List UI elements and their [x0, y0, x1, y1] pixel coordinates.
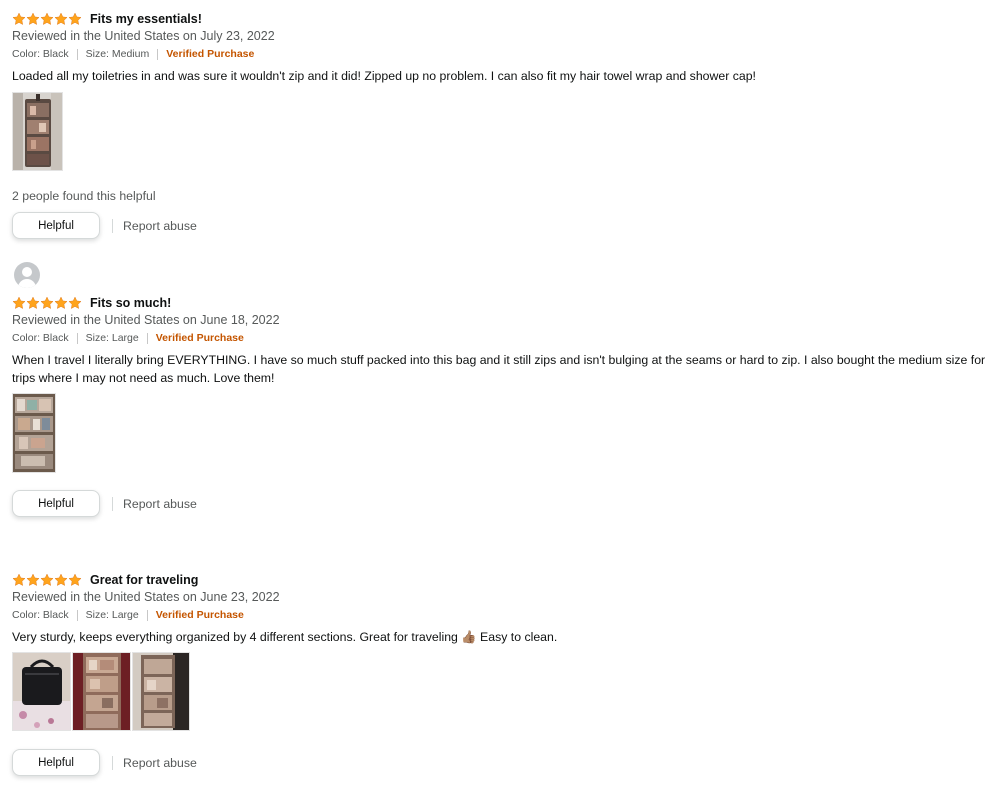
packed-bag-photo: [13, 394, 55, 472]
helpful-count: 2 people found this helpful: [12, 189, 156, 203]
toiletry-bag-photo: [13, 93, 62, 170]
review-title[interactable]: Fits my essentials!: [90, 12, 202, 26]
review-title-row[interactable]: Fits so much!: [12, 294, 171, 312]
review-image[interactable]: [12, 652, 71, 731]
divider: [76, 332, 78, 344]
helpful-button[interactable]: Helpful: [12, 490, 100, 517]
verified-purchase-badge[interactable]: Verified Purchase: [166, 48, 254, 60]
star-rating: [12, 296, 82, 310]
review-image[interactable]: [132, 652, 190, 731]
star-icon: [68, 573, 82, 586]
size-attribute[interactable]: Size: Large: [86, 332, 139, 344]
star-icon: [26, 296, 40, 309]
review-body: When I travel I literally bring EVERYTHI…: [12, 353, 986, 385]
star-icon: [40, 12, 54, 25]
divider: [112, 755, 113, 770]
helpful-button[interactable]: Helpful: [12, 749, 100, 776]
review-actions: Helpful Report abuse: [12, 212, 197, 239]
divider: [146, 609, 148, 621]
color-attribute[interactable]: Color: Black: [12, 332, 69, 344]
black-bag-photo: [13, 653, 70, 730]
review-date: Reviewed in the United States on June 18…: [12, 313, 280, 327]
divider: [76, 48, 78, 60]
avatar-head: [22, 267, 32, 277]
star-icon: [26, 573, 40, 586]
review-image[interactable]: [12, 92, 63, 171]
review-attributes: Color: Black Size: Medium Verified Purch…: [12, 48, 254, 60]
star-icon: [26, 12, 40, 25]
open-bag-photo: [73, 653, 130, 730]
review-body: Very sturdy, keeps everything organized …: [12, 630, 558, 644]
avatar[interactable]: [14, 262, 40, 288]
star-icon: [40, 573, 54, 586]
divider: [76, 609, 78, 621]
review-date: Reviewed in the United States on June 23…: [12, 590, 280, 604]
review-attributes: Color: Black Size: Large Verified Purcha…: [12, 332, 244, 344]
review-image[interactable]: [12, 393, 56, 473]
review-title[interactable]: Great for traveling: [90, 573, 198, 587]
size-attribute[interactable]: Size: Medium: [86, 48, 150, 60]
verified-purchase-badge[interactable]: Verified Purchase: [156, 609, 244, 621]
reviews-page: Fits my essentials! Reviewed in the Unit…: [0, 0, 1000, 800]
divider: [112, 496, 113, 511]
review-attributes: Color: Black Size: Large Verified Purcha…: [12, 609, 244, 621]
review-image[interactable]: [72, 652, 131, 731]
star-rating: [12, 12, 82, 26]
divider: [157, 48, 159, 60]
color-attribute[interactable]: Color: Black: [12, 48, 69, 60]
star-rating: [12, 573, 82, 587]
divider: [112, 218, 113, 233]
star-icon: [54, 12, 68, 25]
review-title-row[interactable]: Great for traveling: [12, 571, 198, 589]
color-attribute[interactable]: Color: Black: [12, 609, 69, 621]
report-abuse-link[interactable]: Report abuse: [123, 756, 197, 770]
size-attribute[interactable]: Size: Large: [86, 609, 139, 621]
helpful-button[interactable]: Helpful: [12, 212, 100, 239]
report-abuse-link[interactable]: Report abuse: [123, 497, 197, 511]
report-abuse-link[interactable]: Report abuse: [123, 219, 197, 233]
star-icon: [54, 573, 68, 586]
review-actions: Helpful Report abuse: [12, 490, 197, 517]
hanging-bag-photo: [133, 653, 189, 730]
star-icon: [68, 296, 82, 309]
review-title-row[interactable]: Fits my essentials!: [12, 10, 202, 28]
avatar-body: [18, 279, 36, 288]
star-icon: [54, 296, 68, 309]
star-icon: [12, 296, 26, 309]
star-icon: [68, 12, 82, 25]
star-icon: [40, 296, 54, 309]
review-actions: Helpful Report abuse: [12, 749, 197, 776]
star-icon: [12, 12, 26, 25]
review-body: Loaded all my toiletries in and was sure…: [12, 69, 756, 83]
verified-purchase-badge[interactable]: Verified Purchase: [156, 332, 244, 344]
review-title[interactable]: Fits so much!: [90, 296, 171, 310]
review-date: Reviewed in the United States on July 23…: [12, 29, 275, 43]
star-icon: [12, 573, 26, 586]
divider: [146, 332, 148, 344]
